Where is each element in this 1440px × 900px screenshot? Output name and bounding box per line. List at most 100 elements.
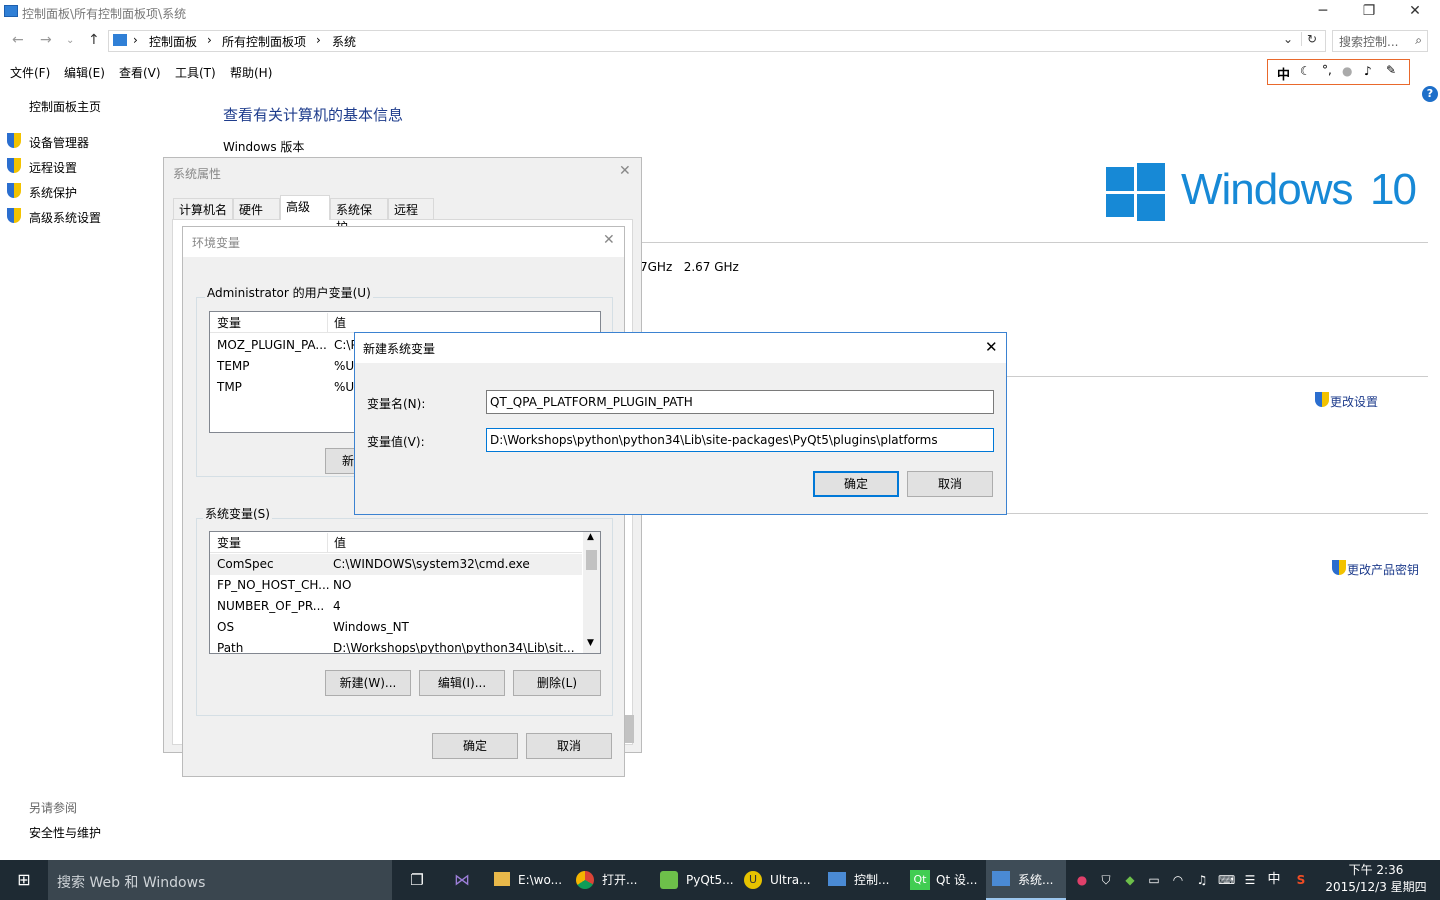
menu-tools[interactable]: 工具(T)	[175, 64, 216, 81]
sidebar-item-advanced[interactable]: 高级系统设置	[29, 209, 101, 226]
breadcrumb-system[interactable]: 系统	[332, 33, 356, 50]
menu-view[interactable]: 查看(V)	[119, 64, 161, 81]
scroll-down-icon[interactable]: ▼	[587, 638, 594, 648]
menu-help[interactable]: 帮助(H)	[230, 64, 272, 81]
help-icon[interactable]: ?	[1422, 86, 1438, 102]
taskbar-search-placeholder: 搜索 Web 和 Windows	[57, 875, 206, 891]
close-icon[interactable]: ✕	[985, 338, 998, 356]
close-icon[interactable]: ✕	[603, 232, 615, 248]
taskbar-app-label: 系统...	[1018, 873, 1054, 887]
moon-icon[interactable]: ☾	[1300, 64, 1311, 78]
search-input[interactable]: 搜索控制... ⌕	[1332, 30, 1428, 52]
variable-name[interactable]: ComSpec	[217, 554, 274, 575]
taskbar-app-explorer[interactable]: E:\wo...	[486, 860, 566, 900]
taskbar-app-system[interactable]: 系统...	[986, 860, 1066, 900]
new-var-ok-button[interactable]: 确定	[813, 471, 899, 497]
menu-edit[interactable]: 编辑(E)	[64, 64, 105, 81]
keyboard-icon[interactable]: ⌨	[1218, 860, 1235, 900]
column-header-variable[interactable]: 变量	[217, 533, 241, 554]
tab-remote[interactable]: 远程	[388, 198, 434, 219]
minimize-button[interactable]: ─	[1300, 0, 1346, 24]
variable-name[interactable]: FP_NO_HOST_CH...	[217, 575, 330, 596]
tab-computer-name[interactable]: 计算机名	[173, 198, 233, 219]
shield-icon	[7, 133, 21, 148]
close-icon[interactable]: ✕	[619, 163, 631, 179]
taskbar-app-label: Qt 设...	[936, 873, 978, 887]
variable-name[interactable]: OS	[217, 617, 234, 638]
menu-file[interactable]: 文件(F)	[10, 64, 50, 81]
scroll-up-icon[interactable]: ▲	[587, 532, 594, 542]
table-row[interactable]: TMP	[217, 377, 242, 398]
battery-icon[interactable]: ▭	[1146, 860, 1162, 900]
microphone-icon[interactable]: ♪	[1364, 64, 1372, 78]
scrollbar-thumb[interactable]	[586, 550, 597, 570]
env-cancel-button[interactable]: 取消	[526, 733, 612, 759]
env-ok-button[interactable]: 确定	[432, 733, 518, 759]
tray-app-icon[interactable]: ●	[1074, 860, 1090, 900]
action-center-icon[interactable]: ☰	[1242, 860, 1258, 900]
system-delete-button[interactable]: 删除(L)	[513, 670, 601, 696]
change-product-key-link[interactable]: 更改产品密钥	[1347, 561, 1419, 578]
taskbar-ime-label[interactable]: 中	[1266, 860, 1282, 900]
change-settings-link[interactable]: 更改设置	[1330, 393, 1378, 410]
recent-dropdown-icon[interactable]: ⌄	[66, 35, 74, 46]
forward-icon[interactable]: →	[40, 32, 52, 48]
list-header: 变量 值	[210, 532, 582, 553]
variable-name-field[interactable]	[486, 390, 994, 414]
taskbar-search-box[interactable]: 搜索 Web 和 Windows	[48, 860, 392, 900]
security-maintenance-link[interactable]: 安全性与维护	[29, 824, 101, 841]
system-new-button[interactable]: 新建(W)...	[325, 670, 411, 696]
close-button[interactable]: ✕	[1392, 0, 1438, 24]
column-header-value[interactable]: 值	[327, 533, 346, 553]
taskbar-app-chrome[interactable]: 打开...	[570, 860, 650, 900]
control-panel-home-link[interactable]: 控制面板主页	[29, 98, 101, 115]
refresh-icon[interactable]: ↻	[1301, 32, 1317, 46]
ime-mode-label[interactable]: 中	[1277, 64, 1290, 83]
chevron-down-icon[interactable]: ⌄	[1283, 32, 1293, 46]
column-header-value[interactable]: 值	[327, 313, 346, 333]
defender-icon[interactable]: ⛉	[1098, 860, 1114, 900]
taskbar-app-pyqt[interactable]: PyQt5...	[654, 860, 734, 900]
wrench-icon[interactable]: ✎	[1386, 63, 1396, 77]
start-icon[interactable]: ⊞	[0, 860, 48, 900]
up-icon[interactable]: ↑	[88, 32, 100, 48]
system-edit-button[interactable]: 编辑(I)...	[419, 670, 505, 696]
back-icon[interactable]: ←	[12, 32, 24, 48]
scrollbar-thumb[interactable]	[625, 715, 634, 743]
visual-studio-icon[interactable]: ⋈	[449, 860, 475, 900]
clock[interactable]: 下午 2:36 2015/12/3 星期四	[1320, 862, 1432, 898]
column-header-variable[interactable]: 变量	[217, 313, 241, 334]
sidebar-item-protection[interactable]: 系统保护	[29, 184, 77, 201]
volume-icon[interactable]: ♫	[1194, 860, 1210, 900]
sogou-icon[interactable]: S	[1292, 860, 1310, 900]
sidebar-item-remote[interactable]: 远程设置	[29, 159, 77, 176]
address-bar[interactable]: › 控制面板 › 所有控制面板项 › 系统 ⌄ ↻	[108, 30, 1326, 52]
variable-name[interactable]: NUMBER_OF_PR...	[217, 596, 324, 617]
table-row[interactable]: MOZ_PLUGIN_PA...	[217, 335, 327, 356]
sidebar-item-device-manager[interactable]: 设备管理器	[29, 134, 89, 151]
tab-advanced[interactable]: 高级	[280, 195, 330, 220]
windows-flag-icon	[1137, 163, 1165, 191]
user-icon[interactable]: ●	[1342, 64, 1352, 78]
variable-name[interactable]: Path	[217, 638, 243, 653]
wifi-icon[interactable]: ◠	[1170, 860, 1186, 900]
security-tray-icon[interactable]: ◆	[1122, 860, 1138, 900]
variable-name: TEMP	[217, 359, 250, 373]
search-placeholder: 搜索控制...	[1339, 35, 1399, 49]
taskbar-app-control-panel[interactable]: 控制...	[822, 860, 902, 900]
table-row[interactable]: TEMP	[217, 356, 250, 377]
taskbar-app-qt-designer[interactable]: Qt Qt 设...	[906, 860, 986, 900]
variable-value-field[interactable]	[486, 428, 994, 452]
tab-system-protection[interactable]: 系统保护	[330, 198, 388, 234]
taskbar-app-ultraedit[interactable]: U Ultra...	[738, 860, 818, 900]
list-header: 变量 值	[210, 312, 600, 333]
breadcrumb-control-panel[interactable]: 控制面板	[149, 33, 197, 50]
system-variables-list[interactable]: 变量 值 ComSpec C:\WINDOWS\system32\cmd.exe…	[209, 531, 601, 654]
tab-hardware[interactable]: 硬件	[233, 198, 280, 219]
restore-button[interactable]: ❐	[1346, 0, 1392, 24]
task-view-icon[interactable]: ❐	[404, 860, 430, 900]
breadcrumb-all-items[interactable]: 所有控制面板项	[222, 33, 306, 50]
new-var-cancel-button[interactable]: 取消	[907, 471, 993, 497]
punctuation-icon[interactable]: °,	[1322, 63, 1332, 77]
vertical-scrollbar[interactable]: ▲ ▼	[583, 532, 600, 653]
